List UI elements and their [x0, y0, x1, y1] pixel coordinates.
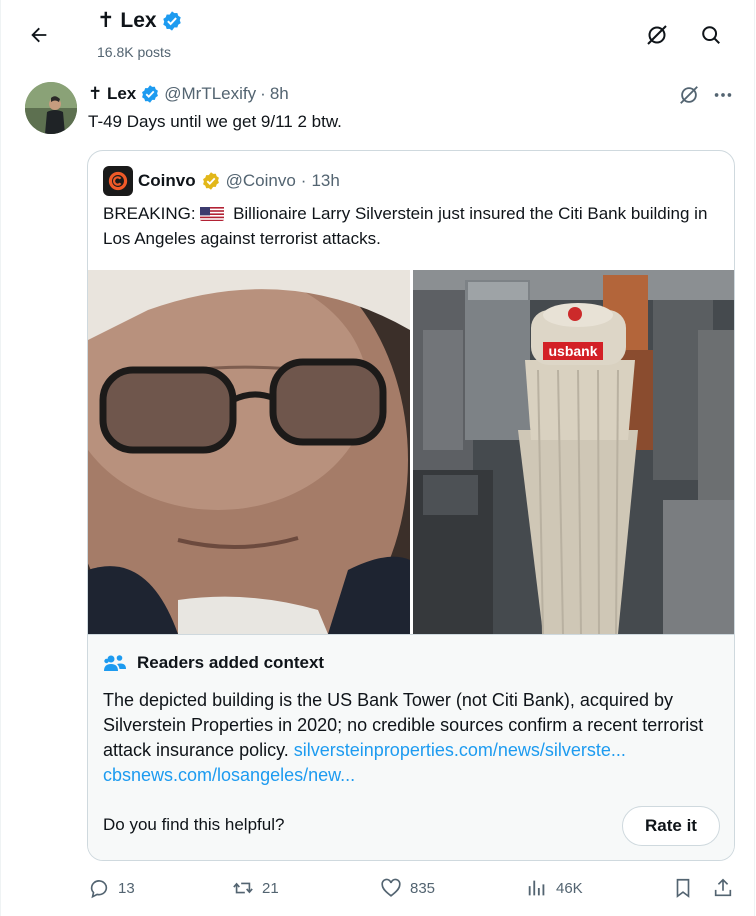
back-button[interactable]	[20, 16, 58, 54]
quoted-text-prefix: BREAKING:	[103, 204, 196, 223]
verified-badge-icon	[142, 85, 159, 103]
notes-link-silverstein[interactable]: silversteinproperties.com/news/silverste…	[294, 740, 626, 760]
avatar-image	[25, 82, 77, 134]
verified-gold-badge-icon	[202, 172, 219, 190]
post-header: ✝ Lex @MrTLexify · 8h	[88, 84, 289, 104]
post-author-handle[interactable]: @MrTLexify	[164, 84, 256, 104]
notes-header: Readers added context	[103, 653, 324, 673]
more-icon	[714, 93, 732, 97]
share-button[interactable]	[712, 872, 734, 904]
right-border	[754, 0, 755, 916]
helpful-question: Do you find this helpful?	[103, 815, 285, 834]
repost-icon	[233, 882, 253, 894]
left-border	[0, 0, 1, 916]
grok-icon	[680, 86, 698, 104]
search-icon	[702, 26, 720, 44]
post-separator: ·	[260, 84, 266, 103]
post-author-name[interactable]: ✝ Lex	[88, 84, 136, 104]
profile-title: ✝ Lex	[97, 8, 183, 33]
quoted-avatar[interactable]	[103, 166, 133, 196]
quoted-post-text: BREAKING: Billionaire Larry Silverstein …	[103, 201, 723, 251]
us-flag-icon	[200, 205, 225, 221]
notes-body: The depicted building is the US Bank Tow…	[103, 688, 723, 788]
quoted-post[interactable]: Coinvo @Coinvo · 13h BREAKING: Billionai…	[87, 150, 735, 861]
quoted-author-handle[interactable]: @Coinvo	[226, 171, 296, 191]
reply-button[interactable]: 13	[88, 872, 135, 904]
quoted-separator: ·	[300, 171, 307, 190]
building-sign: usbank	[548, 343, 597, 359]
notes-link-cbs[interactable]: cbsnews.com/losangeles/new...	[103, 765, 355, 785]
more-options-button[interactable]	[708, 80, 738, 110]
community-notes: Readers added context The depicted build…	[88, 634, 734, 860]
building-image: usbank	[413, 270, 734, 634]
heart-icon	[381, 878, 401, 897]
portrait-photo[interactable]	[88, 270, 410, 634]
bookmark-button[interactable]	[672, 872, 694, 904]
share-icon	[714, 878, 732, 897]
portrait-image	[88, 270, 410, 634]
like-count: 835	[410, 879, 436, 897]
quoted-time[interactable]: 13h	[311, 171, 339, 191]
profile-name: ✝ Lex	[97, 9, 157, 32]
post-text: T-49 Days until we get 9/11 2 btw.	[88, 112, 342, 131]
grok-post-button[interactable]	[674, 80, 704, 110]
arrow-left-icon	[31, 27, 47, 43]
profile-header: ✝ Lex 16.8K posts	[0, 0, 756, 68]
people-icon	[104, 655, 126, 671]
avatar[interactable]	[25, 82, 77, 134]
like-button[interactable]: 835	[380, 872, 435, 904]
reply-count: 13	[118, 879, 135, 897]
quoted-post-header: Coinvo @Coinvo · 13h	[103, 166, 340, 196]
posts-count: 16.8K posts	[97, 44, 171, 60]
coinvo-logo-icon	[108, 171, 128, 191]
search-button[interactable]	[692, 16, 730, 54]
post-actions: 13 21 835 46K	[88, 872, 748, 904]
quoted-media[interactable]: usbank	[88, 270, 734, 634]
bookmark-icon	[676, 878, 690, 898]
repost-count: 21	[262, 879, 279, 897]
view-count: 46K	[556, 879, 583, 897]
views-button[interactable]: 46K	[526, 872, 583, 904]
reply-icon	[90, 880, 108, 899]
building-photo[interactable]: usbank	[413, 270, 734, 634]
verified-badge-icon	[162, 10, 181, 31]
bar-chart-icon	[528, 880, 545, 896]
quoted-author-name[interactable]: Coinvo	[138, 171, 196, 191]
post-time[interactable]: 8h	[270, 84, 289, 104]
notes-title: Readers added context	[137, 653, 325, 672]
repost-button[interactable]: 21	[232, 872, 279, 904]
grok-button[interactable]	[638, 16, 676, 54]
grok-icon	[647, 25, 667, 45]
rate-it-button[interactable]: Rate it	[622, 806, 720, 846]
